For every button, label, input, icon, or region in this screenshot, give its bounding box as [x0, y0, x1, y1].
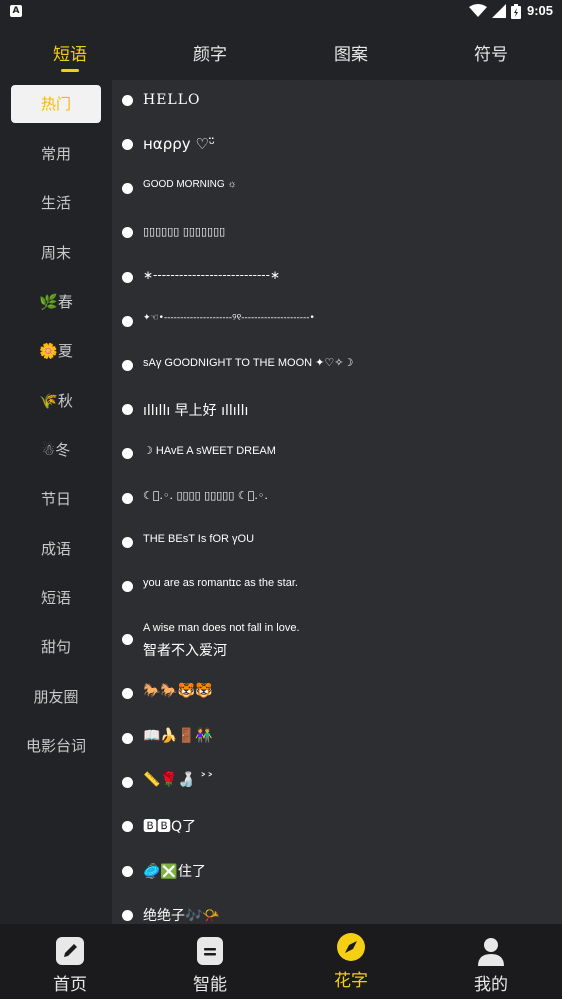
- sidebar-item-movie-lines[interactable]: 电影台词: [11, 727, 101, 765]
- active-tab-indicator: [61, 69, 79, 72]
- sidebar-item-moments[interactable]: 朋友圈: [11, 678, 101, 716]
- bullet: [122, 95, 133, 106]
- nav-home[interactable]: 首页: [0, 924, 140, 999]
- note-icon: [197, 937, 223, 965]
- bullet: [122, 183, 133, 194]
- bullet: [122, 360, 133, 371]
- list-item[interactable]: 📏🌹🍶 ˃˃: [112, 760, 562, 804]
- list-item[interactable]: 📖🍌🚪👫: [112, 716, 562, 760]
- sidebar-item-autumn[interactable]: 🌾秋: [11, 382, 101, 420]
- tab-patterns[interactable]: 图案: [311, 40, 391, 65]
- bullet: [122, 316, 133, 327]
- list-item[interactable]: ☽ HAvE A sWEET DREAM: [112, 432, 562, 476]
- sidebar-item-holidays[interactable]: 节日: [11, 480, 101, 518]
- sidebar: 热门 常用 生活 周末 🌿春 🌼夏 🌾秋 ☃冬 节日 成语 短语 甜句 朋友圈 …: [0, 80, 112, 924]
- sidebar-item-short-phrases[interactable]: 短语: [11, 579, 101, 617]
- signal-icon: [492, 4, 506, 18]
- sidebar-item-hot[interactable]: 热门: [11, 85, 101, 123]
- nav-smart[interactable]: 智能: [140, 924, 280, 999]
- app-notification-icon: A: [10, 5, 22, 17]
- nav-fancy-text[interactable]: 花字: [281, 924, 421, 999]
- list-item[interactable]: A wise man does not fall in love. 智者不入爱河: [112, 608, 562, 664]
- bullet: [122, 821, 133, 832]
- list-item[interactable]: GOOD MORNING ☼: [112, 168, 562, 212]
- person-icon: [478, 938, 504, 966]
- bullet: [122, 227, 133, 238]
- bullet: [122, 139, 133, 150]
- bullet: [122, 404, 133, 415]
- list-item[interactable]: 绝绝子🎶📯: [112, 892, 562, 924]
- tab-emoticons[interactable]: 颜字: [170, 40, 250, 65]
- bullet: [122, 777, 133, 788]
- list-item[interactable]: 🅱🅱Q了: [112, 804, 562, 848]
- status-bar: A 9:05: [0, 0, 562, 24]
- sidebar-item-sweet[interactable]: 甜句: [11, 628, 101, 666]
- compass-icon: [337, 933, 365, 961]
- bullet: [122, 448, 133, 459]
- list-item[interactable]: sAγ GOODNIGHT TO THE MOON ✦♡✧☽: [112, 344, 562, 388]
- sidebar-item-winter[interactable]: ☃冬: [11, 431, 101, 469]
- list-item[interactable]: you are as romantɪc as the star.: [112, 564, 562, 608]
- sidebar-item-idioms[interactable]: 成语: [11, 530, 101, 568]
- tab-symbols[interactable]: 符号: [451, 40, 531, 65]
- category-tabs: 短语 颜字 图案 符号: [0, 24, 562, 80]
- phrase-list: HELLO нαρρу ♡ᵕ̈ GOOD MORNING ☼ ▯▯▯▯▯▯ ▯▯…: [112, 80, 562, 924]
- battery-icon: [511, 4, 521, 19]
- bullet: [122, 272, 133, 283]
- sidebar-item-common[interactable]: 常用: [11, 135, 101, 173]
- bullet: [122, 634, 133, 645]
- nav-profile[interactable]: 我的: [421, 924, 561, 999]
- bullet: [122, 733, 133, 744]
- bullet: [122, 688, 133, 699]
- edit-icon: [56, 937, 84, 965]
- list-item[interactable]: 🐎🐎🐯🐯: [112, 672, 562, 716]
- clock: 9:05: [527, 3, 554, 18]
- bullet: [122, 581, 133, 592]
- list-item[interactable]: ✦☜•---------------------୨୧--------------…: [112, 300, 562, 344]
- bottom-navigation: 首页 智能 花字 我的: [0, 924, 562, 999]
- wifi-icon: [469, 4, 487, 17]
- bullet: [122, 910, 133, 921]
- list-item[interactable]: нαρρу ♡ᵕ̈: [112, 124, 562, 168]
- list-item[interactable]: HELLO: [112, 80, 562, 124]
- sidebar-item-summer[interactable]: 🌼夏: [11, 332, 101, 370]
- bullet: [122, 493, 133, 504]
- list-item[interactable]: ☾ﾟ.◦. ▯▯▯▯ ▯▯▯▯▯ ☾ﾟ.◦.: [112, 476, 562, 520]
- sidebar-item-spring[interactable]: 🌿春: [11, 283, 101, 321]
- sidebar-item-weekend[interactable]: 周末: [11, 234, 101, 272]
- list-item[interactable]: ıllıllı 早上好 ıllıllı: [112, 388, 562, 432]
- sidebar-item-life[interactable]: 生活: [11, 184, 101, 222]
- bullet: [122, 537, 133, 548]
- list-item[interactable]: ▯▯▯▯▯▯ ▯▯▯▯▯▯▯: [112, 212, 562, 256]
- list-item[interactable]: THE BEsT Is fOR γOU: [112, 520, 562, 564]
- list-item[interactable]: 🥏❎住了: [112, 848, 562, 892]
- bullet: [122, 866, 133, 877]
- tab-phrases[interactable]: 短语: [30, 40, 110, 65]
- list-item[interactable]: ∗---------------------------∗: [112, 256, 562, 300]
